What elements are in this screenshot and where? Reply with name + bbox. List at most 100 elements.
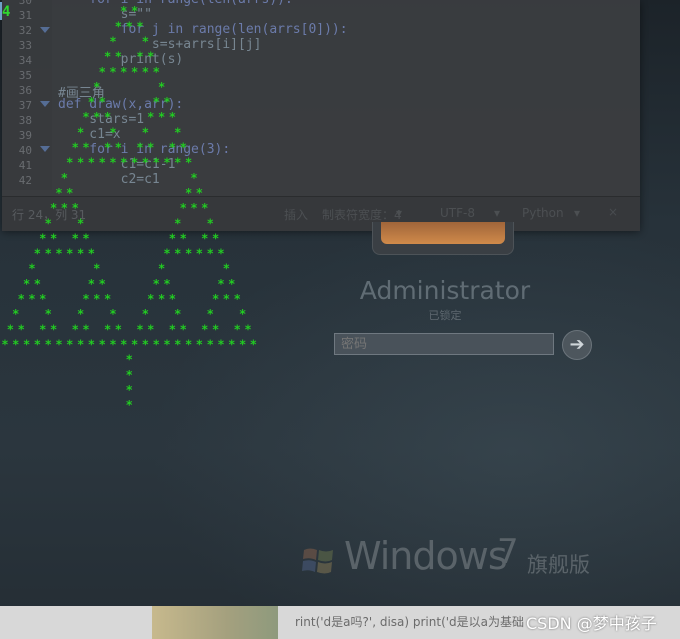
star-mark: *	[142, 125, 149, 139]
star-mark: *	[55, 337, 62, 351]
star-mark: *	[18, 322, 25, 336]
star-mark: *	[82, 322, 89, 336]
star-mark: *	[66, 156, 73, 170]
star-mark: *	[104, 322, 111, 336]
star-mark: *	[169, 292, 176, 306]
star-mark: *	[163, 277, 170, 291]
star-mark: *	[82, 231, 89, 245]
star-mark: *	[28, 262, 35, 276]
star-mark: *	[244, 322, 251, 336]
star-mark: *	[109, 156, 116, 170]
star-mark: *	[82, 141, 89, 155]
star-mark: *	[174, 216, 181, 230]
star-mark: *	[142, 156, 149, 170]
star-mark: *	[88, 156, 95, 170]
star-mark: *	[120, 156, 127, 170]
star-mark: *	[109, 337, 116, 351]
star-mark: *	[12, 337, 19, 351]
star-mark: *	[234, 292, 241, 306]
star-mark: *	[28, 292, 35, 306]
star-mark: *	[66, 186, 73, 200]
star-mark: *	[104, 292, 111, 306]
star-mark: *	[136, 50, 143, 64]
star-mark: *	[77, 216, 84, 230]
star-mark: *	[142, 337, 149, 351]
star-mark: *	[39, 292, 46, 306]
star-mark: *	[82, 292, 89, 306]
star-mark: *	[180, 322, 187, 336]
trunk-star-mark: *	[126, 368, 133, 382]
star-mark: *	[61, 201, 68, 215]
star-mark: *	[207, 216, 214, 230]
star-mark: *	[169, 231, 176, 245]
star-mark: *	[217, 337, 224, 351]
star-mark: *	[212, 292, 219, 306]
star-mark: *	[104, 50, 111, 64]
star-mark: *	[120, 4, 127, 18]
star-mark: *	[153, 337, 160, 351]
star-mark: *	[66, 337, 73, 351]
star-mark: *	[136, 19, 143, 33]
star-mark: *	[1, 337, 8, 351]
star-mark: *	[153, 95, 160, 109]
star-mark: *	[7, 322, 14, 336]
star-mark: *	[174, 337, 181, 351]
star-mark: *	[163, 247, 170, 261]
star-mark: *	[93, 292, 100, 306]
star-mark: *	[207, 307, 214, 321]
star-mark: *	[77, 247, 84, 261]
star-mark: *	[147, 50, 154, 64]
star-mark: *	[142, 35, 149, 49]
star-mark: *	[93, 110, 100, 124]
star-mark: *	[212, 322, 219, 336]
star-mark: *	[174, 307, 181, 321]
star-mark: *	[169, 322, 176, 336]
star-mark: *	[34, 277, 41, 291]
star-mark: *	[109, 35, 116, 49]
star-mark: *	[239, 337, 246, 351]
star-mark: *	[50, 231, 57, 245]
star-mark: *	[147, 110, 154, 124]
star-mark: *	[250, 337, 257, 351]
star-mark: *	[174, 247, 181, 261]
star-mark: *	[34, 247, 41, 261]
star-mark: *	[158, 80, 165, 94]
star-mark: *	[158, 110, 165, 124]
star-mark: *	[163, 156, 170, 170]
star-mark: *	[180, 141, 187, 155]
star-mark: *	[212, 231, 219, 245]
star-mark: *	[99, 156, 106, 170]
star-mark: *	[45, 247, 52, 261]
star-mark: *	[228, 277, 235, 291]
star-mark: *	[99, 337, 106, 351]
star-mark: *	[131, 337, 138, 351]
star-mark: *	[55, 186, 62, 200]
star-mark: *	[34, 337, 41, 351]
star-mark: *	[104, 110, 111, 124]
star-mark: *	[109, 65, 116, 79]
star-mark: *	[136, 141, 143, 155]
star-mark: *	[190, 171, 197, 185]
star-mark: *	[158, 292, 165, 306]
star-mark: *	[142, 65, 149, 79]
star-mark: *	[45, 216, 52, 230]
star-mark: *	[66, 247, 73, 261]
star-mark: *	[50, 201, 57, 215]
star-mark: *	[115, 141, 122, 155]
star-mark: *	[228, 337, 235, 351]
star-mark: *	[196, 186, 203, 200]
star-mark: *	[180, 231, 187, 245]
star-mark: *	[45, 337, 52, 351]
star-mark: *	[147, 292, 154, 306]
star-mark: *	[88, 277, 95, 291]
star-mark: *	[77, 307, 84, 321]
star-mark: *	[153, 277, 160, 291]
star-mark: *	[115, 19, 122, 33]
star-mark: *	[77, 125, 84, 139]
star-mark: *	[196, 247, 203, 261]
terminal-input: 4	[2, 4, 11, 20]
star-mark: *	[147, 141, 154, 155]
star-mark: *	[82, 110, 89, 124]
star-mark: *	[201, 231, 208, 245]
star-mark: *	[217, 247, 224, 261]
